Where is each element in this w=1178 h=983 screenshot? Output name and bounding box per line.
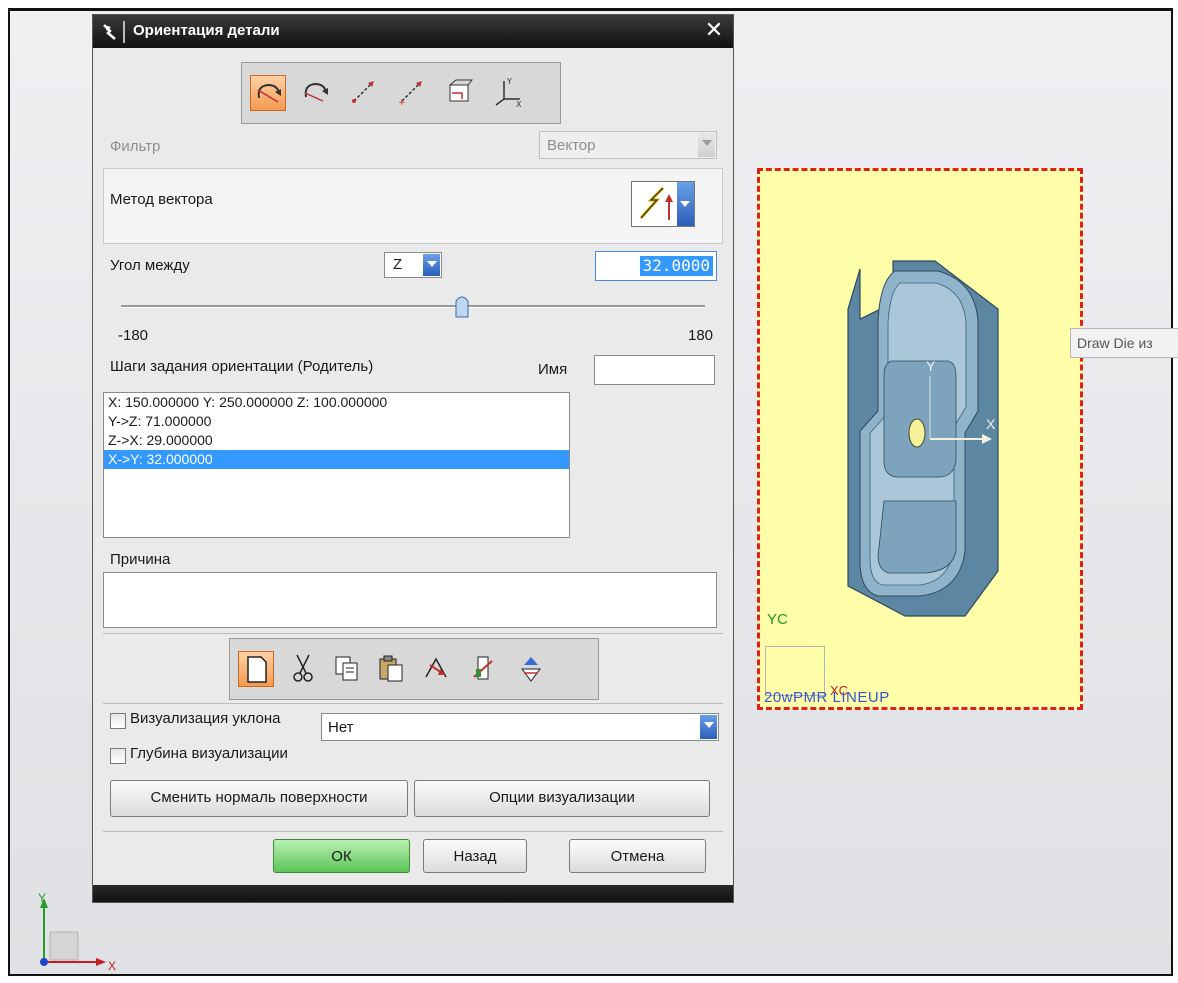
angle-slider-thumb[interactable] — [455, 295, 469, 319]
angle-slider-track[interactable] — [121, 305, 705, 307]
copy-icon[interactable] — [330, 651, 366, 687]
steps-edit-toolbar — [229, 638, 599, 700]
pin-icon[interactable] — [101, 21, 121, 41]
screen: X Y YC XC 20wPMR LINEUP Draw Die из Y X … — [0, 0, 1178, 983]
angle-input[interactable]: 32.0000 — [595, 251, 717, 281]
viewport-top-border — [8, 8, 1173, 11]
move-up-icon[interactable] — [420, 651, 456, 687]
steps-list[interactable]: X: 150.000000 Y: 250.000000 Z: 100.00000… — [103, 392, 570, 538]
reason-label: Причина — [110, 551, 171, 568]
divider — [103, 633, 723, 634]
draft-viz-label: Визуализация уклона — [130, 710, 281, 727]
chevron-down-icon — [700, 715, 717, 739]
reason-input[interactable] — [103, 572, 717, 628]
triad-x-label: X — [108, 959, 116, 973]
list-item[interactable]: X: 150.000000 Y: 250.000000 Z: 100.00000… — [104, 393, 569, 412]
titlebar-separator — [123, 21, 125, 43]
orientation-type-toolbar: + YX — [241, 62, 561, 124]
list-item-selected[interactable]: X->Y: 32.000000 — [104, 450, 569, 469]
move-down-icon[interactable] — [466, 651, 502, 687]
filter-label: Фильтр — [110, 138, 161, 155]
vector-method-icon — [639, 186, 673, 220]
divider — [103, 831, 723, 832]
back-button[interactable]: Назад — [423, 839, 527, 873]
sheet-boundary[interactable]: X Y YC XC 20wPMR LINEUP — [757, 168, 1083, 710]
cancel-button[interactable]: Отмена — [569, 839, 706, 873]
divider — [103, 703, 723, 704]
face-icon[interactable] — [442, 75, 478, 111]
part-orientation-dialog[interactable]: Ориентация детали ✕ + YX Фильтр Вектор М… — [93, 15, 733, 902]
filter-select: Вектор — [539, 131, 717, 159]
refresh-icon[interactable] — [514, 651, 550, 687]
dialog-titlebar[interactable]: Ориентация детали ✕ — [93, 15, 733, 48]
depth-viz-label: Глубина визуализации — [130, 745, 288, 762]
angle-value: 32.0000 — [639, 256, 713, 276]
dialog-title: Ориентация детали — [133, 22, 280, 39]
depth-viz-checkbox[interactable] — [110, 748, 126, 764]
name-label: Имя — [538, 361, 568, 378]
chevron-down-icon — [698, 133, 715, 157]
angle-label: Угол между — [110, 257, 190, 274]
part-model[interactable]: X Y — [760, 171, 1080, 707]
rotate-dynamic-icon[interactable] — [250, 75, 286, 111]
axis-select[interactable]: Z — [384, 252, 442, 278]
close-icon[interactable]: ✕ — [703, 20, 725, 42]
object-tooltip: Draw Die из — [1070, 328, 1178, 358]
point-vector-icon[interactable]: + — [394, 75, 430, 111]
steps-label: Шаги задания ориентации (Родитель) — [110, 358, 374, 375]
vector-method-label: Метод вектора — [110, 191, 213, 208]
dialog-bottom-strip — [93, 885, 733, 902]
change-normal-button[interactable]: Сменить нормаль поверхности — [110, 780, 408, 817]
list-item[interactable]: Y->Z: 71.000000 — [104, 412, 569, 431]
draft-viz-select[interactable]: Нет — [321, 713, 719, 741]
draft-viz-value: Нет — [328, 719, 354, 736]
vector-method-dropdown-icon[interactable] — [677, 182, 694, 226]
cut-icon[interactable] — [286, 651, 322, 687]
viz-options-button[interactable]: Опции визуализации — [414, 780, 710, 817]
paste-icon[interactable] — [374, 651, 410, 687]
name-input[interactable] — [594, 355, 715, 385]
slider-max-label: 180 — [688, 327, 714, 344]
rotate-icon[interactable] — [298, 75, 334, 111]
axis-value: Z — [393, 256, 403, 273]
filter-value: Вектор — [547, 137, 596, 154]
chevron-down-icon — [423, 254, 440, 276]
wcs-yc-label: YC — [767, 611, 788, 628]
vector-icon[interactable] — [346, 75, 382, 111]
ok-button[interactable]: ОК — [273, 839, 410, 873]
csys-icon[interactable]: YX — [490, 75, 526, 111]
draft-viz-checkbox[interactable] — [110, 713, 126, 729]
new-icon[interactable] — [238, 651, 274, 687]
svg-text:+: + — [398, 98, 406, 108]
part-axis-y-label: Y — [926, 358, 936, 374]
svg-text:X: X — [516, 100, 522, 109]
vector-method-panel: Метод вектора — [103, 168, 723, 244]
triad-y-label: Y — [38, 891, 46, 905]
slider-min-label: -180 — [118, 327, 149, 344]
part-axis-x-label: X — [986, 416, 996, 432]
sheet-overlay-text: 20wPMR LINEUP — [764, 689, 890, 706]
list-item[interactable]: Z->X: 29.000000 — [104, 431, 569, 450]
svg-text:Y: Y — [506, 77, 512, 86]
vector-method-button[interactable] — [631, 181, 695, 227]
